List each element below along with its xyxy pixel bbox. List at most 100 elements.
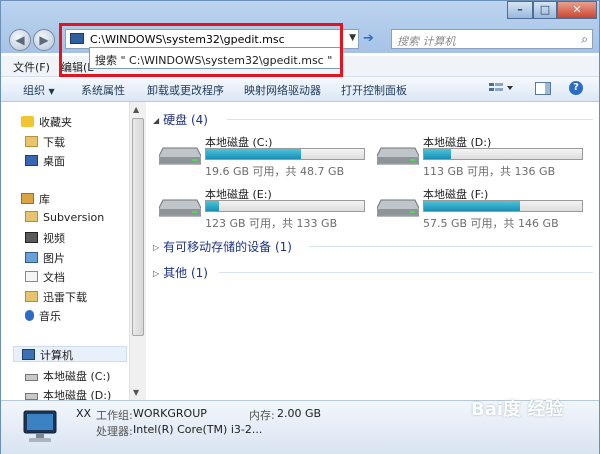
drive-item-f[interactable]: 本地磁盘 (F:) 57.5 GB 可用，共 146 GB — [377, 186, 592, 230]
group-header-label: 其他 (1) — [163, 266, 208, 280]
sidebar-item-label: 库 — [39, 193, 50, 206]
drive-item-e[interactable]: 本地磁盘 (E:) 123 GB 可用，共 133 GB — [159, 186, 374, 230]
menu-file[interactable]: 文件(F) — [13, 59, 50, 75]
scrollbar-thumb[interactable] — [132, 118, 144, 336]
sidebar-item-libraries[interactable]: 库 — [21, 191, 50, 207]
video-icon — [25, 232, 38, 243]
content-pane: ◢ 硬盘 (4) 本地磁盘 (C:) 19.6 GB 可用，共 48.7 GB 本… — [147, 102, 599, 400]
sidebar-item-subversion[interactable]: Subversion — [25, 211, 104, 227]
folder-icon — [25, 211, 38, 222]
drive-usage-bar — [423, 200, 583, 212]
drive-item-d[interactable]: 本地磁盘 (D:) 113 GB 可用，共 136 GB — [377, 134, 592, 178]
sidebar-item-label: 图片 — [43, 252, 65, 265]
download-folder-icon — [25, 136, 38, 147]
organize-button[interactable]: 组织 ▼ — [23, 82, 55, 98]
sidebar-item-disk-c[interactable]: 本地磁盘 (C:) — [25, 368, 110, 384]
scroll-up-icon[interactable]: ▲ — [133, 105, 139, 114]
divider — [219, 272, 593, 273]
expand-triangle-icon[interactable]: ▷ — [153, 269, 159, 278]
scroll-down-icon[interactable]: ▼ — [133, 388, 139, 397]
divider — [309, 246, 593, 247]
sidebar-item-label: 本地磁盘 (C:) — [43, 370, 111, 383]
sidebar-item-disk-d[interactable]: 本地磁盘 (D:) — [25, 387, 111, 400]
drive-space-info: 123 GB 可用，共 133 GB — [205, 217, 338, 230]
chevron-down-icon[interactable]: ▼ — [349, 33, 356, 43]
drive-usage-fill — [206, 201, 219, 211]
explorer-window: – □ ✕ ◀ ▶ C:\WINDOWS\system32\gpedit.msc… — [0, 0, 600, 454]
sidebar-item-computer[interactable]: 计算机 — [13, 346, 127, 362]
command-bar: 组织 ▼ 系统属性 卸载或更改程序 映射网络驱动器 打开控制面板 — [1, 77, 599, 102]
drive-icon — [25, 374, 38, 381]
divider — [227, 119, 593, 120]
group-header-label: 硬盘 (4) — [163, 113, 208, 127]
view-options-icon[interactable] — [489, 82, 513, 95]
group-header-removable[interactable]: ▷ 有可移动存储的设备 (1) — [153, 238, 292, 255]
close-button[interactable]: ✕ — [557, 1, 597, 19]
sidebar-scrollbar[interactable]: ▲ ▼ — [129, 102, 146, 400]
forward-button[interactable]: ▶ — [33, 29, 55, 51]
drive-usage-fill — [206, 149, 301, 159]
organize-label: 组织 — [23, 84, 45, 97]
cpu-label: 处理器: — [96, 425, 133, 438]
document-icon — [25, 271, 38, 282]
expand-triangle-icon[interactable]: ▷ — [153, 243, 159, 252]
back-button[interactable]: ◀ — [9, 29, 31, 51]
sidebar-item-label: 文档 — [43, 271, 65, 284]
drive-usage-fill — [424, 149, 451, 159]
sidebar-item-label: 下载 — [43, 136, 65, 149]
group-header-hdd[interactable]: ◢ 硬盘 (4) — [153, 111, 208, 128]
preview-pane-icon[interactable] — [535, 82, 551, 95]
library-icon — [21, 193, 34, 204]
uninstall-program-button[interactable]: 卸载或更改程序 — [147, 82, 224, 98]
sidebar-item-downloads[interactable]: 下载 — [25, 134, 65, 150]
drive-space-info: 19.6 GB 可用，共 48.7 GB — [205, 165, 345, 178]
sidebar-item-label: 收藏夹 — [39, 116, 72, 129]
sidebar-item-label: Subversion — [43, 211, 105, 224]
search-icon[interactable]: ⌕ — [581, 32, 588, 47]
red-highlight-box — [59, 23, 343, 77]
open-control-panel-button[interactable]: 打开控制面板 — [341, 82, 407, 98]
help-icon[interactable]: ? — [569, 81, 583, 95]
drive-usage-bar — [205, 200, 365, 212]
collapse-triangle-icon[interactable]: ◢ — [153, 116, 159, 125]
sidebar-item-pictures[interactable]: 图片 — [25, 250, 65, 266]
group-header-label: 有可移动存储的设备 (1) — [163, 240, 292, 254]
group-header-other[interactable]: ▷ 其他 (1) — [153, 264, 208, 281]
sidebar-item-label: 视频 — [43, 232, 65, 245]
hard-drive-icon — [377, 147, 419, 165]
hard-drive-icon — [159, 199, 201, 217]
sidebar-item-desktop[interactable]: 桌面 — [25, 153, 65, 169]
go-arrow-icon[interactable]: ➔ — [363, 31, 377, 47]
map-network-drive-button[interactable]: 映射网络驱动器 — [244, 82, 321, 98]
sidebar-item-videos[interactable]: 视频 — [25, 230, 65, 246]
picture-icon — [25, 252, 38, 263]
computer-name: XX — [76, 407, 92, 420]
folder-icon — [25, 291, 38, 302]
memory-label: 内存: — [249, 409, 275, 422]
system-properties-button[interactable]: 系统属性 — [81, 82, 125, 98]
minimize-button[interactable]: – — [507, 1, 533, 19]
workgroup-label: 工作组: — [96, 409, 133, 422]
star-icon — [21, 116, 34, 127]
workgroup-value: WORKGROUP — [133, 407, 207, 420]
sidebar-item-favorites[interactable]: 收藏夹 — [21, 114, 72, 130]
sidebar-item-label: 本地磁盘 (D:) — [43, 389, 112, 400]
sidebar-item-music[interactable]: 音乐 — [25, 308, 61, 324]
computer-icon — [22, 349, 35, 360]
sidebar-item-thunder[interactable]: 迅雷下载 — [25, 289, 87, 305]
hard-drive-icon — [377, 199, 419, 217]
computer-monitor-icon — [23, 410, 57, 442]
maximize-button[interactable]: □ — [533, 1, 557, 19]
drive-icon — [25, 393, 38, 400]
music-icon — [25, 310, 34, 321]
cpu-value: Intel(R) Core(TM) i3-2... — [133, 423, 263, 436]
drive-item-c[interactable]: 本地磁盘 (C:) 19.6 GB 可用，共 48.7 GB — [159, 134, 374, 178]
sidebar-item-label: 音乐 — [39, 310, 61, 323]
search-box[interactable]: 搜索 计算机 ⌕ — [391, 29, 593, 49]
sidebar-item-label: 迅雷下载 — [43, 291, 87, 304]
sidebar-item-documents[interactable]: 文档 — [25, 269, 65, 285]
chevron-down-icon: ▼ — [48, 87, 55, 96]
drive-usage-bar — [423, 148, 583, 160]
drive-space-info: 113 GB 可用，共 136 GB — [423, 165, 556, 178]
search-input[interactable]: 搜索 计算机 — [397, 33, 456, 49]
